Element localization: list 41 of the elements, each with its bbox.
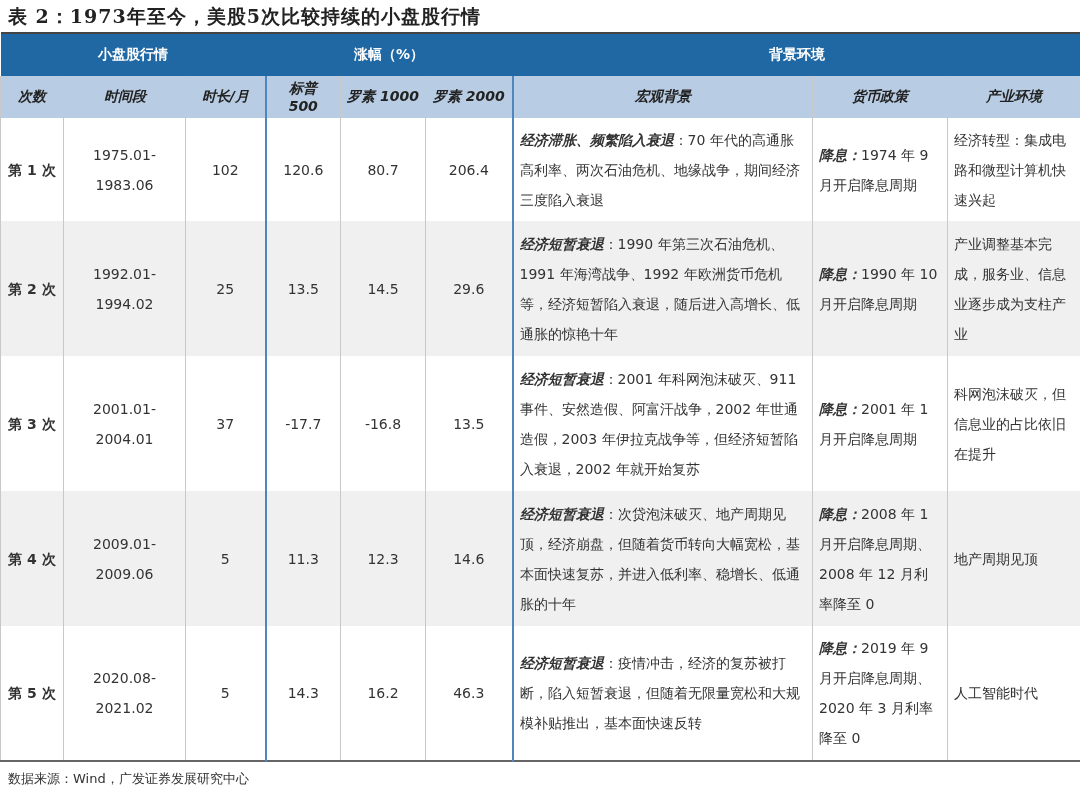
table-cell: 13.5 <box>265 221 341 356</box>
table-cell: 2020.08-2021.02 <box>63 626 186 761</box>
table-cell: 46.3 <box>425 626 513 761</box>
column-header: 货币政策 <box>812 76 948 118</box>
table-cell: 经济短暂衰退：次贷泡沫破灭、地产周期见顶，经济崩盘，但随着货币转向大幅宽松，基本面快速复苏，并进入低利率、稳增长、低通胀的十年 <box>512 491 813 626</box>
table-cell: 29.6 <box>425 221 513 356</box>
column-group-header: 小盘股行情 <box>0 33 266 76</box>
table-cell: 第 4 次 <box>0 491 64 626</box>
table-cell: 降息：2008 年 1 月开启降息周期、2008 年 12 月利率降至 0 <box>812 491 948 626</box>
table-cell: 第 2 次 <box>0 221 64 356</box>
table-cell: 经济短暂衰退：1990 年第三次石油危机、1991 年海湾战争、1992 年欧洲货币危机等，经济短暂陷入衰退，随后进入高增长、低通胀的惊艳十年 <box>512 221 813 356</box>
table-cell: 2009.01-2009.06 <box>63 491 186 626</box>
table-cell: 降息：2019 年 9 月开启降息周期、2020 年 3 月利率降至 0 <box>812 626 948 761</box>
table-cell: 5 <box>185 491 266 626</box>
column-header: 罗素 1000 <box>340 76 426 118</box>
table-cell: 人工智能时代 <box>947 626 1080 761</box>
column-header: 时长/月 <box>185 76 266 118</box>
table-cell: 地产周期见顶 <box>947 491 1080 626</box>
column-header: 罗素 2000 <box>425 76 513 118</box>
table-cell: 25 <box>185 221 266 356</box>
column-header: 时间段 <box>63 76 186 118</box>
table-cell: 第 5 次 <box>0 626 64 761</box>
table-title: 表 2：1973年至今，美股5次比较持续的小盘股行情 <box>7 4 482 29</box>
column-group-header: 背景环境 <box>512 33 1080 76</box>
column-header: 标普 500 <box>265 76 341 118</box>
table-cell: 12.3 <box>340 491 426 626</box>
table-cell: 14.3 <box>265 626 341 761</box>
table-cell: 5 <box>185 626 266 761</box>
column-header: 产业环境 <box>947 76 1080 118</box>
column-group-header: 涨幅（%） <box>265 33 513 76</box>
source-note: 数据来源：Wind，广发证券发展研究中心 <box>7 770 250 788</box>
column-header: 宏观背景 <box>512 76 813 118</box>
table-cell: 14.6 <box>425 491 513 626</box>
table-cell: 产业调整基本完成，服务业、信息业逐步成为支柱产业 <box>947 221 1080 356</box>
table-cell: 降息：1990 年 10 月开启降息周期 <box>812 221 948 356</box>
table-cell: 1992.01-1994.02 <box>63 221 186 356</box>
column-header: 次数 <box>0 76 64 118</box>
table-cell: 11.3 <box>265 491 341 626</box>
table-cell: 14.5 <box>340 221 426 356</box>
table-cell: 16.2 <box>340 626 426 761</box>
table-cell: 经济短暂衰退：疫情冲击，经济的复苏被打断，陷入短暂衰退，但随着无限量宽松和大规模补贴推出，基本面快速反转 <box>512 626 813 761</box>
